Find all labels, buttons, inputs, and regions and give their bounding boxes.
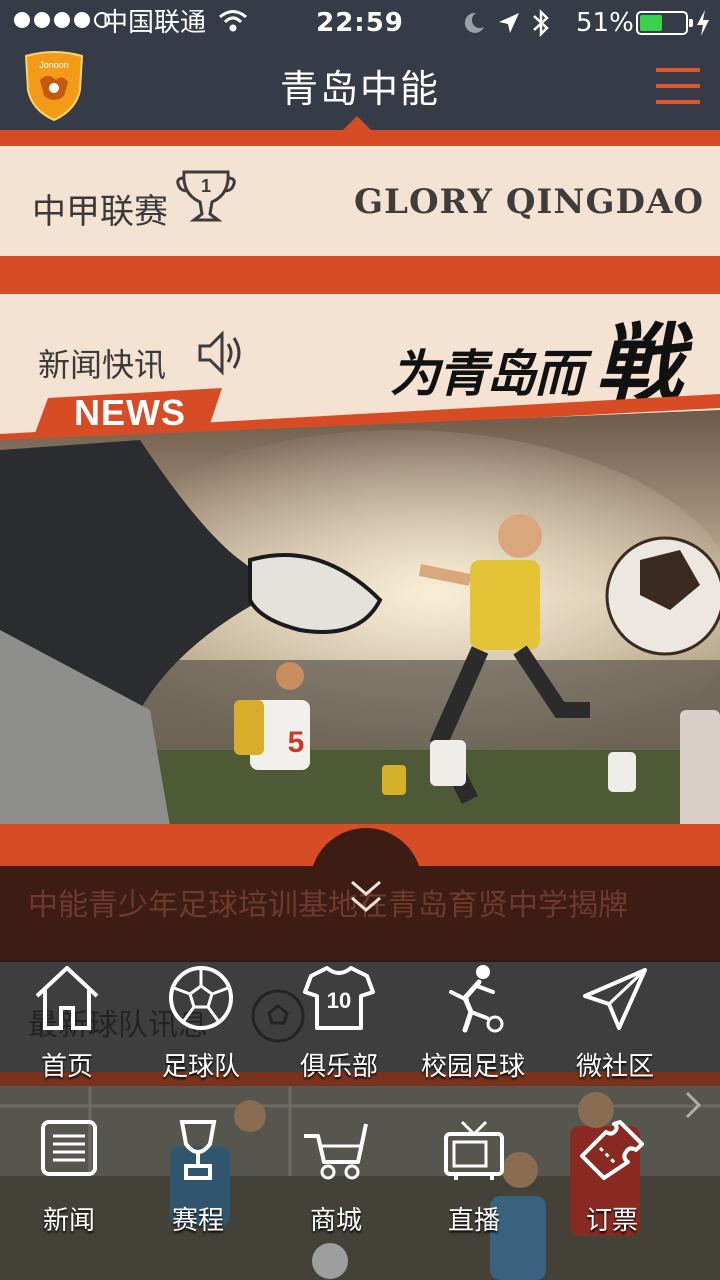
menu-label-football-team: 足球队 — [161, 1052, 240, 1082]
hero-news-photo[interactable]: 5 — [0, 410, 720, 826]
trophy-number: 1 — [201, 176, 211, 196]
news-label: 新闻快讯 — [38, 346, 167, 384]
tv-icon — [444, 1120, 504, 1180]
menu-item-home[interactable]: 首页 — [0, 962, 137, 1102]
menu-item-football-team[interactable]: 足球队 — [131, 962, 271, 1102]
menu-label-club: 俱乐部 — [299, 1052, 378, 1082]
home-icon — [35, 966, 99, 1030]
status-bar: 中国联通 22:59 51% — [0, 0, 720, 46]
menu-item-tickets[interactable]: 订票 — [542, 1118, 682, 1258]
trophy-icon: 1 — [176, 168, 236, 230]
speaker-icon — [196, 330, 250, 376]
ticket-icon — [580, 1120, 644, 1180]
shopping-cart-icon — [304, 1123, 368, 1180]
menu-item-schedule[interactable]: 赛程 — [128, 1118, 268, 1258]
divider — [0, 130, 720, 146]
menu-item-shop[interactable]: 商城 — [266, 1118, 406, 1258]
location-arrow-icon — [497, 10, 521, 44]
jersey-icon: 10 — [303, 966, 375, 1030]
menu-label-campus-football: 校园足球 — [420, 1052, 525, 1082]
bluetooth-icon — [530, 8, 552, 47]
league-label: 中甲联赛 — [32, 192, 168, 232]
league-banner[interactable]: 中甲联赛 1 GLORY QINGDAO — [0, 146, 720, 256]
nav-pointer — [343, 116, 371, 130]
news-list-icon — [41, 1120, 97, 1176]
jersey-number: 5 — [288, 726, 305, 759]
slogan-english: GLORY QINGDAO — [354, 182, 704, 222]
menu-item-community[interactable]: 微社区 — [545, 962, 685, 1102]
menu-label-community: 微社区 — [575, 1052, 654, 1082]
menu-label-news: 新闻 — [42, 1206, 95, 1236]
do-not-disturb-icon — [462, 10, 486, 44]
battery-icon — [636, 11, 693, 35]
kicking-player-icon — [449, 965, 504, 1033]
menu-label-home: 首页 — [40, 1052, 93, 1082]
hamburger-icon[interactable] — [656, 66, 700, 110]
battery-percent: 51% — [576, 8, 634, 38]
menu-item-news[interactable]: 新闻 — [0, 1118, 139, 1258]
soccer-ball-icon — [169, 966, 233, 1030]
chevron-down-icon[interactable] — [348, 878, 384, 918]
menu-label-shop: 商城 — [309, 1206, 362, 1236]
jersey-icon-number: 10 — [327, 988, 351, 1013]
divider — [0, 256, 720, 294]
menu-label-tickets: 订票 — [585, 1206, 638, 1236]
charging-bolt-icon — [694, 8, 712, 47]
menu-label-live: 直播 — [447, 1206, 500, 1236]
trophy-icon — [179, 1120, 217, 1180]
menu-item-live[interactable]: 直播 — [404, 1118, 544, 1258]
paper-plane-icon — [583, 968, 647, 1030]
menu-label-schedule: 赛程 — [171, 1206, 224, 1236]
page-title: 青岛中能 — [279, 67, 440, 111]
menu-item-campus-football[interactable]: 校园足球 — [403, 962, 543, 1102]
menu-item-club[interactable]: 10 俱乐部 — [269, 962, 409, 1102]
